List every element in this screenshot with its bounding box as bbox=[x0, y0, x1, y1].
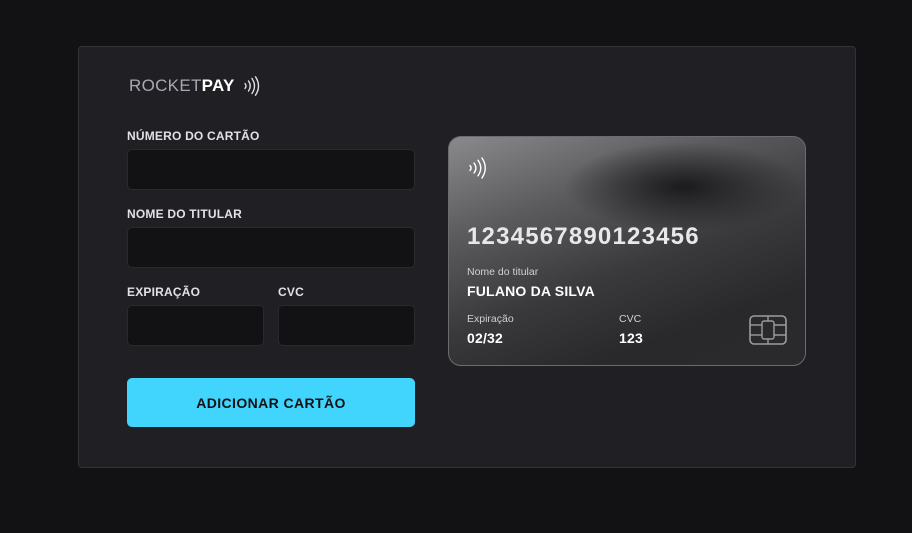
card-holder-label: Nome do titular bbox=[467, 266, 539, 278]
card-number-display: 1234567890123456 bbox=[467, 223, 700, 250]
card-number-input[interactable] bbox=[127, 149, 415, 190]
card-cvc-value: 123 bbox=[619, 330, 643, 346]
chip-icon bbox=[749, 315, 787, 350]
card-expiry-label: Expiração bbox=[467, 313, 514, 325]
rocketpay-logo: ROCKET PAY bbox=[129, 76, 260, 96]
card-contactless-icon bbox=[467, 157, 487, 184]
card-holder-name: FULANO DA SILVA bbox=[467, 283, 595, 299]
holder-name-label: NOME DO TITULAR bbox=[127, 207, 242, 221]
expiry-label: EXPIRAÇÃO bbox=[127, 285, 201, 299]
logo-pay-text: PAY bbox=[201, 76, 235, 95]
cvc-label: CVC bbox=[278, 285, 304, 299]
card-preview: 1234567890123456 Nome do titular FULANO … bbox=[448, 136, 806, 366]
contactless-icon bbox=[242, 76, 260, 96]
expiry-input[interactable] bbox=[127, 305, 264, 346]
card-number-label: NÚMERO DO CARTÃO bbox=[127, 129, 260, 143]
cvc-input[interactable] bbox=[278, 305, 415, 346]
card-expiry-value: 02/32 bbox=[467, 330, 504, 346]
holder-name-input[interactable] bbox=[127, 227, 415, 268]
add-card-panel: ROCKET PAY NÚMERO DO CARTÃO NOME DO TITUL… bbox=[78, 46, 856, 468]
logo-rocket-text: ROCKET bbox=[129, 76, 202, 95]
card-cvc-label: CVC bbox=[619, 313, 642, 325]
add-card-button[interactable]: ADICIONAR CARTÃO bbox=[127, 378, 415, 427]
